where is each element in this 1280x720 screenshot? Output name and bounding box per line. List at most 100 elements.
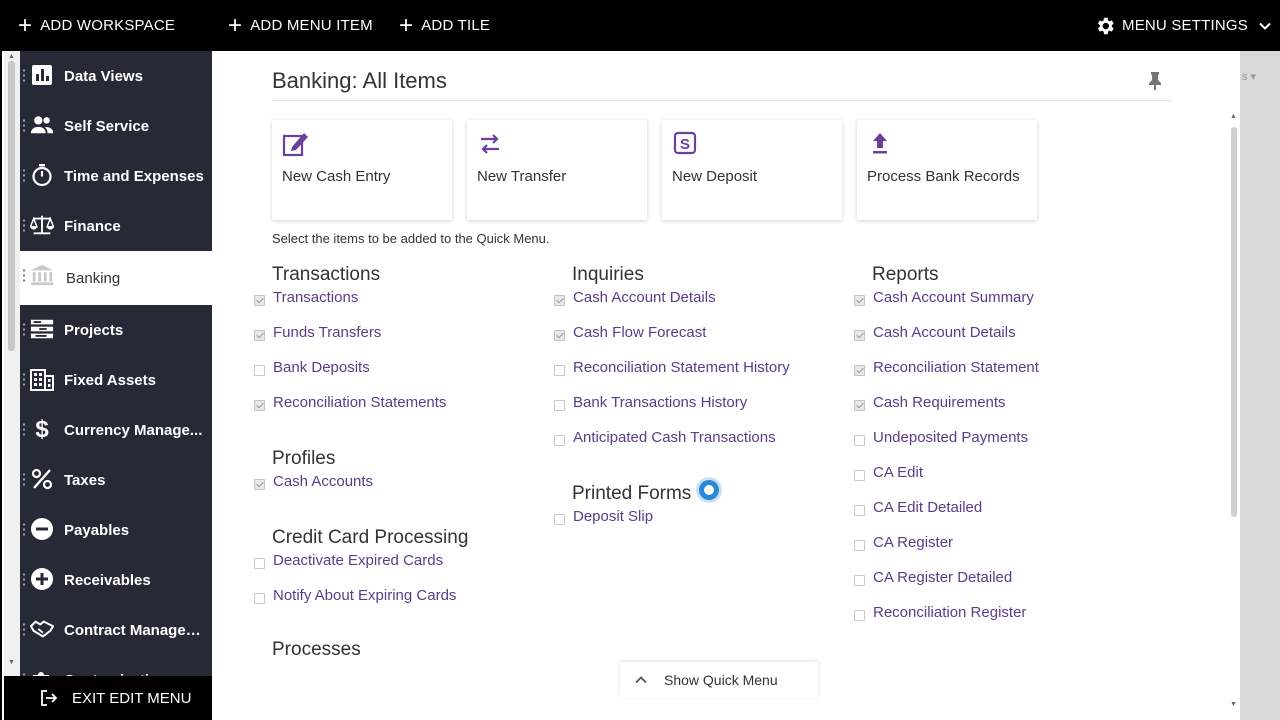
tile-new-transfer[interactable]: New Transfer <box>467 120 647 220</box>
drag-handle-icon[interactable] <box>22 118 26 134</box>
exit-edit-menu-button[interactable]: EXIT EDIT MENU <box>4 676 214 720</box>
quick-menu-checkbox[interactable] <box>254 593 265 604</box>
scroll-up-arrow[interactable]: ▲ <box>8 53 15 60</box>
menu-link-item[interactable]: Cash Flow Forecast <box>573 324 706 341</box>
menu-link-item[interactable]: Funds Transfers <box>273 324 381 341</box>
quick-menu-checkbox[interactable] <box>254 479 265 490</box>
projects-icon <box>30 317 54 341</box>
quick-menu-checkbox[interactable] <box>854 400 865 411</box>
drag-handle-icon[interactable] <box>22 572 26 588</box>
sidebar-item-label: Self Service <box>64 117 150 135</box>
menu-link-item[interactable]: Reconciliation Statement History <box>573 359 790 376</box>
title-divider <box>272 100 1172 101</box>
chevron-up-icon <box>635 676 647 684</box>
quick-menu-checkbox[interactable] <box>854 330 865 341</box>
scroll-up-arrow[interactable]: ▲ <box>1230 113 1237 120</box>
quick-menu-checkbox[interactable] <box>254 365 265 376</box>
pin-icon[interactable] <box>1147 71 1163 96</box>
sidebar-menu: Data Views Self Service Time and Expenses F… <box>20 51 214 676</box>
tile-new-cash-entry[interactable]: New Cash Entry <box>272 120 452 220</box>
sidebar-item-label: Receivables <box>64 571 151 589</box>
drag-handle-icon[interactable] <box>22 168 26 184</box>
drag-handle-icon[interactable] <box>22 372 26 388</box>
sidebar-item-finance[interactable]: Finance <box>20 201 214 251</box>
drag-handle-icon[interactable] <box>22 422 26 438</box>
menu-link-item[interactable]: Reconciliation Register <box>873 604 1026 621</box>
quick-menu-checkbox[interactable] <box>554 365 565 376</box>
quick-menu-checkbox[interactable] <box>554 514 565 525</box>
workspace-panel: Banking: All Items New Cash Entry New Tr… <box>212 51 1240 720</box>
sidebar-item-fixed-assets[interactable]: Fixed Assets <box>20 355 214 405</box>
menu-link-item[interactable]: Cash Account Summary <box>873 289 1034 306</box>
sidebar-item-time-and-expenses[interactable]: Time and Expenses <box>20 151 214 201</box>
menu-link-item[interactable]: CA Edit <box>873 464 923 481</box>
menu-link-item[interactable]: Cash Account Details <box>873 324 1016 341</box>
scrollbar-thumb[interactable] <box>8 61 15 351</box>
sidebar-item-payables[interactable]: Payables <box>20 505 214 555</box>
drag-handle-icon[interactable] <box>22 322 26 338</box>
sidebar-item-data-views[interactable]: Data Views <box>20 51 214 101</box>
drag-handle-icon[interactable] <box>22 622 26 638</box>
menu-link-item[interactable]: Cash Account Details <box>573 289 716 306</box>
quick-menu-checkbox[interactable] <box>554 400 565 411</box>
sidebar-item-customization[interactable]: Customization <box>20 655 214 676</box>
scrollbar-thumb[interactable] <box>1231 127 1237 517</box>
menu-link-item[interactable]: CA Register <box>873 534 953 551</box>
drag-handle-icon[interactable] <box>22 218 26 234</box>
tile-label: New Cash Entry <box>282 168 391 185</box>
menu-link-item[interactable]: Deactivate Expired Cards <box>273 552 443 569</box>
quick-menu-checkbox[interactable] <box>854 540 865 551</box>
show-quick-menu-button[interactable]: Show Quick Menu <box>620 662 818 698</box>
sidebar-item-contract-managem[interactable]: Contract Managem... <box>20 605 214 655</box>
drag-handle-icon[interactable] <box>22 472 26 488</box>
tile-process-bank-records[interactable]: Process Bank Records <box>857 120 1037 220</box>
quick-menu-checkbox[interactable] <box>254 295 265 306</box>
add-tile-button[interactable]: + ADD TILE <box>399 0 490 51</box>
quick-menu-checkbox[interactable] <box>554 295 565 306</box>
scroll-down-arrow[interactable]: ▼ <box>1230 701 1237 708</box>
quick-menu-checkbox[interactable] <box>554 435 565 446</box>
quick-menu-checkbox[interactable] <box>854 505 865 516</box>
sidebar-item-taxes[interactable]: Taxes <box>20 455 214 505</box>
menu-settings-button[interactable]: MENU SETTINGS <box>1094 0 1278 51</box>
quick-menu-checkbox[interactable] <box>854 295 865 306</box>
quick-menu-checkbox[interactable] <box>854 575 865 586</box>
menu-link-item[interactable]: CA Edit Detailed <box>873 499 982 516</box>
sidebar-item-banking[interactable]: Banking <box>20 251 214 305</box>
menu-link-item[interactable]: CA Register Detailed <box>873 569 1012 586</box>
quick-menu-checkbox[interactable] <box>254 558 265 569</box>
drag-handle-icon[interactable] <box>22 68 26 84</box>
sidebar-item-label: Data Views <box>64 67 143 85</box>
sidebar-item-currency-manage[interactable]: $ Currency Manage... <box>20 405 214 455</box>
quick-menu-checkbox[interactable] <box>254 400 265 411</box>
menu-link-item[interactable]: Undeposited Payments <box>873 429 1028 446</box>
quick-menu-checkbox[interactable] <box>854 470 865 481</box>
sidebar-scrollbar[interactable]: ▲ ▼ <box>4 51 20 676</box>
menu-link-item[interactable]: Deposit Slip <box>573 508 653 525</box>
quick-menu-checkbox[interactable] <box>854 365 865 376</box>
menu-link-item[interactable]: Cash Accounts <box>273 473 373 490</box>
sidebar-item-self-service[interactable]: Self Service <box>20 101 214 151</box>
drag-handle-icon[interactable] <box>22 522 26 538</box>
main-scrollbar[interactable]: ▲ ▼ <box>1228 113 1240 713</box>
menu-link-item[interactable]: Anticipated Cash Transactions <box>573 429 776 446</box>
quick-menu-checkbox[interactable] <box>254 330 265 341</box>
sidebar-item-receivables[interactable]: Receivables <box>20 555 214 605</box>
sidebar-item-projects[interactable]: Projects <box>20 305 214 355</box>
quick-menu-checkbox[interactable] <box>854 610 865 621</box>
add-workspace-button[interactable]: + ADD WORKSPACE <box>18 0 175 51</box>
menu-link-item[interactable]: Bank Deposits <box>273 359 370 376</box>
tile-new-deposit[interactable]: S New Deposit <box>662 120 842 220</box>
menu-link-item[interactable]: Reconciliation Statement <box>873 359 1039 376</box>
menu-link-item[interactable]: Bank Transactions History <box>573 394 747 411</box>
add-menu-item-button[interactable]: + ADD MENU ITEM <box>228 0 373 51</box>
menu-link-item[interactable]: Notify About Expiring Cards <box>273 587 456 604</box>
menu-link-item[interactable]: Cash Requirements <box>873 394 1006 411</box>
menu-link-item[interactable]: Transactions <box>273 289 358 306</box>
menu-link-item[interactable]: Reconciliation Statements <box>273 394 446 411</box>
quick-menu-checkbox[interactable] <box>554 330 565 341</box>
quick-menu-checkbox[interactable] <box>854 435 865 446</box>
drag-handle-icon[interactable] <box>22 268 26 284</box>
scroll-down-arrow[interactable]: ▼ <box>8 659 15 666</box>
add-menu-item-label: ADD MENU ITEM <box>250 17 373 34</box>
